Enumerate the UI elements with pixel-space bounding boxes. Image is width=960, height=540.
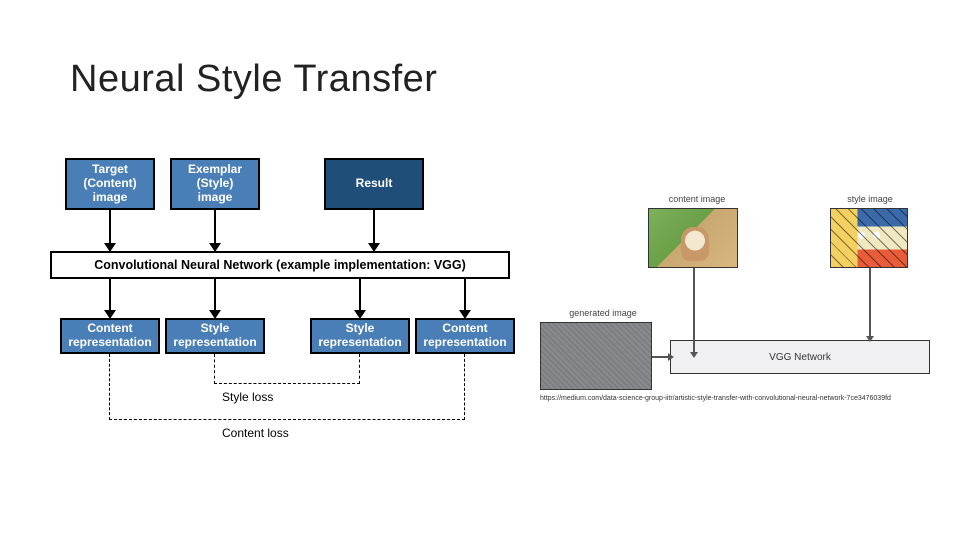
content-representation-box-right: Contentrepresentation — [415, 318, 515, 354]
arrow-head-icon — [668, 353, 674, 361]
content-image-label: content image — [662, 194, 732, 204]
citation-url: https://medium.com/data-science-group-ii… — [540, 395, 940, 402]
content-representation-box-left: Contentrepresentation — [60, 318, 160, 354]
content-loss-label: Content loss — [222, 426, 289, 440]
style-representation-box-right: Stylerepresentation — [310, 318, 410, 354]
result-box: Result — [324, 158, 424, 210]
style-representation-box-left: Stylerepresentation — [165, 318, 265, 354]
cnn-box: Convolutional Neural Network (example im… — [50, 251, 510, 279]
vgg-illustration: content image style image generated imag… — [540, 192, 940, 412]
content-loss-bracket — [109, 419, 465, 420]
connector-line — [869, 268, 871, 340]
style-loss-bracket — [214, 383, 360, 384]
slide-title: Neural Style Transfer — [70, 58, 437, 101]
exemplar-style-image-box: Exemplar(Style)image — [170, 158, 260, 210]
content-loss-bracket — [464, 354, 465, 420]
connector-line — [693, 268, 695, 356]
style-image-thumbnail — [830, 208, 908, 268]
generated-image-thumbnail — [540, 322, 652, 390]
style-loss-label: Style loss — [222, 390, 273, 404]
content-loss-bracket — [109, 354, 110, 420]
content-image-thumbnail — [648, 208, 738, 268]
nst-diagram: Target(Content)image Exemplar(Style)imag… — [50, 158, 520, 488]
style-loss-bracket — [214, 354, 215, 384]
vgg-network-box: VGG Network — [670, 340, 930, 374]
arrow-head-icon — [690, 352, 698, 358]
target-content-image-box: Target(Content)image — [65, 158, 155, 210]
generated-image-label: generated image — [558, 308, 648, 318]
style-image-label: style image — [840, 194, 900, 204]
arrow-head-icon — [866, 336, 874, 342]
style-loss-bracket — [359, 354, 360, 384]
